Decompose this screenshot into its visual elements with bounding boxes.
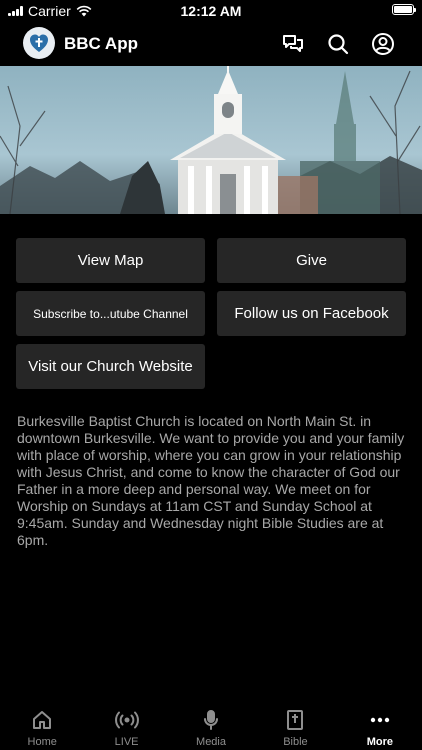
tab-label: More — [366, 736, 393, 748]
status-time: 12:12 AM — [180, 3, 242, 19]
app-header: BBC App — [0, 22, 422, 66]
battery-icon — [392, 4, 416, 15]
tab-live[interactable]: LIVE — [84, 700, 168, 750]
tab-more[interactable]: More — [338, 700, 422, 750]
tab-media[interactable]: Media — [169, 700, 253, 750]
app-logo — [23, 27, 55, 59]
subscribe-youtube-button[interactable]: Subscribe to...utube Channel — [16, 291, 205, 336]
app-screen: Carrier 12:12 AM BBC App View Map Give S… — [0, 0, 422, 750]
tab-home[interactable]: Home — [0, 700, 84, 750]
tab-bar: Home LIVE Media Bible More — [0, 700, 422, 750]
church-website-button[interactable]: Visit our Church Website — [16, 344, 205, 389]
follow-facebook-button[interactable]: Follow us on Facebook — [217, 291, 406, 336]
microphone-icon — [200, 708, 222, 732]
church-description: Burkesville Baptist Church is located on… — [17, 413, 405, 548]
view-map-button[interactable]: View Map — [16, 238, 205, 283]
church-banner-image — [0, 66, 422, 214]
profile-icon[interactable] — [370, 31, 396, 57]
home-icon — [31, 708, 53, 732]
status-bar: Carrier 12:12 AM — [0, 0, 422, 22]
chat-icon[interactable] — [280, 31, 306, 57]
church-logo-icon — [30, 34, 48, 52]
app-title: BBC App — [64, 34, 138, 53]
tab-label: Bible — [283, 736, 308, 748]
search-icon[interactable] — [325, 31, 351, 57]
tab-label: Media — [196, 736, 226, 748]
tab-label: Home — [27, 736, 57, 748]
live-icon — [114, 708, 140, 732]
more-icon — [369, 708, 391, 732]
tab-bible[interactable]: Bible — [253, 700, 337, 750]
give-button[interactable]: Give — [217, 238, 406, 283]
tab-label: LIVE — [114, 736, 139, 748]
bible-icon — [284, 708, 306, 732]
